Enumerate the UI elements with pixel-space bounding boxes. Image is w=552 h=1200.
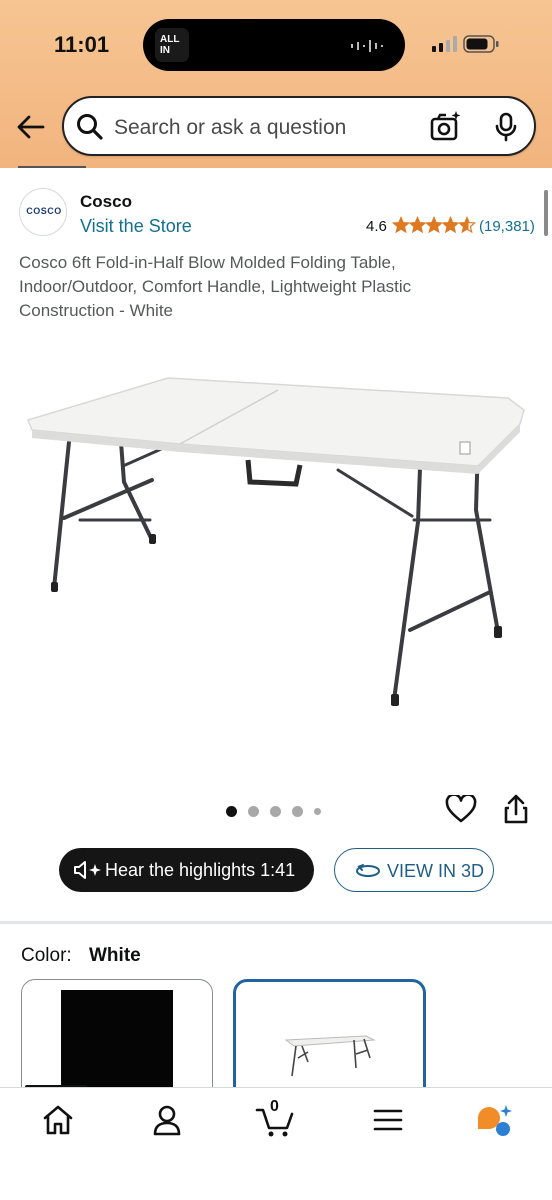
- pager-dot-2[interactable]: [248, 806, 259, 818]
- image-pager[interactable]: [226, 803, 332, 821]
- cart-tab[interactable]: 0: [255, 1098, 295, 1138]
- heart-icon[interactable]: [445, 795, 477, 823]
- review-count-link[interactable]: (19,381): [479, 218, 535, 235]
- audio-wave-icon: [351, 40, 383, 52]
- product-title: Cosco 6ft Fold-in-Half Blow Molded Foldi…: [19, 253, 412, 320]
- rotate-3d-icon: [356, 864, 380, 877]
- search-placeholder: Search or ask a question: [114, 116, 347, 139]
- search-input[interactable]: Search or ask a question: [62, 96, 536, 156]
- color-value: White: [89, 945, 141, 966]
- status-time: 11:01: [54, 32, 110, 57]
- header-tab-stub: [18, 162, 86, 168]
- product-image[interactable]: [20, 370, 532, 710]
- pager-dot-3[interactable]: [270, 806, 281, 818]
- home-icon[interactable]: [38, 1102, 78, 1138]
- microphone-icon[interactable]: [494, 112, 518, 142]
- speaker-sparkle-icon: [74, 861, 101, 879]
- star-1: [392, 216, 411, 234]
- scrollbar[interactable]: [544, 190, 548, 236]
- star-2: [408, 216, 427, 234]
- cellular-signal-icon: [432, 36, 457, 52]
- camera-search-icon[interactable]: [430, 110, 462, 142]
- star-5: [457, 216, 476, 234]
- back-arrow-icon[interactable]: [16, 112, 46, 142]
- hear-highlights-label: Hear the highlights 1:41: [105, 860, 296, 880]
- share-icon[interactable]: [503, 794, 529, 824]
- color-label: Color:: [21, 945, 72, 966]
- view-in-3d-label: VIEW IN 3D: [387, 861, 485, 881]
- pager-dot-5[interactable]: [314, 808, 321, 816]
- battery-icon: [463, 35, 499, 53]
- white-table-thumbnail: [284, 1035, 376, 1077]
- section-divider: [0, 921, 552, 924]
- account-icon[interactable]: [147, 1102, 187, 1138]
- all-in-app-icon: ALL IN: [155, 28, 189, 62]
- star-4: [441, 216, 460, 234]
- rating-value: 4.6: [366, 218, 387, 235]
- dynamic-island: ALL IN: [143, 19, 405, 71]
- star-3: [424, 216, 444, 234]
- visit-store-link[interactable]: Visit the Store: [80, 216, 192, 237]
- view-in-3d-button[interactable]: VIEW IN 3D: [334, 848, 494, 892]
- store-logo[interactable]: COSCO: [19, 188, 67, 236]
- brand-name: Cosco: [80, 192, 132, 211]
- search-icon: [77, 114, 103, 140]
- rufus-icon[interactable]: [474, 1102, 514, 1138]
- pager-dot-1[interactable]: [226, 806, 237, 818]
- menu-icon[interactable]: [368, 1102, 408, 1138]
- header-band: 11:01 ALL IN Search or ask a question: [0, 0, 552, 168]
- cart-count: 0: [270, 1098, 279, 1115]
- star-rating[interactable]: [392, 216, 476, 234]
- pager-dot-4[interactable]: [292, 806, 303, 818]
- hear-highlights-button[interactable]: Hear the highlights 1:41: [59, 848, 314, 892]
